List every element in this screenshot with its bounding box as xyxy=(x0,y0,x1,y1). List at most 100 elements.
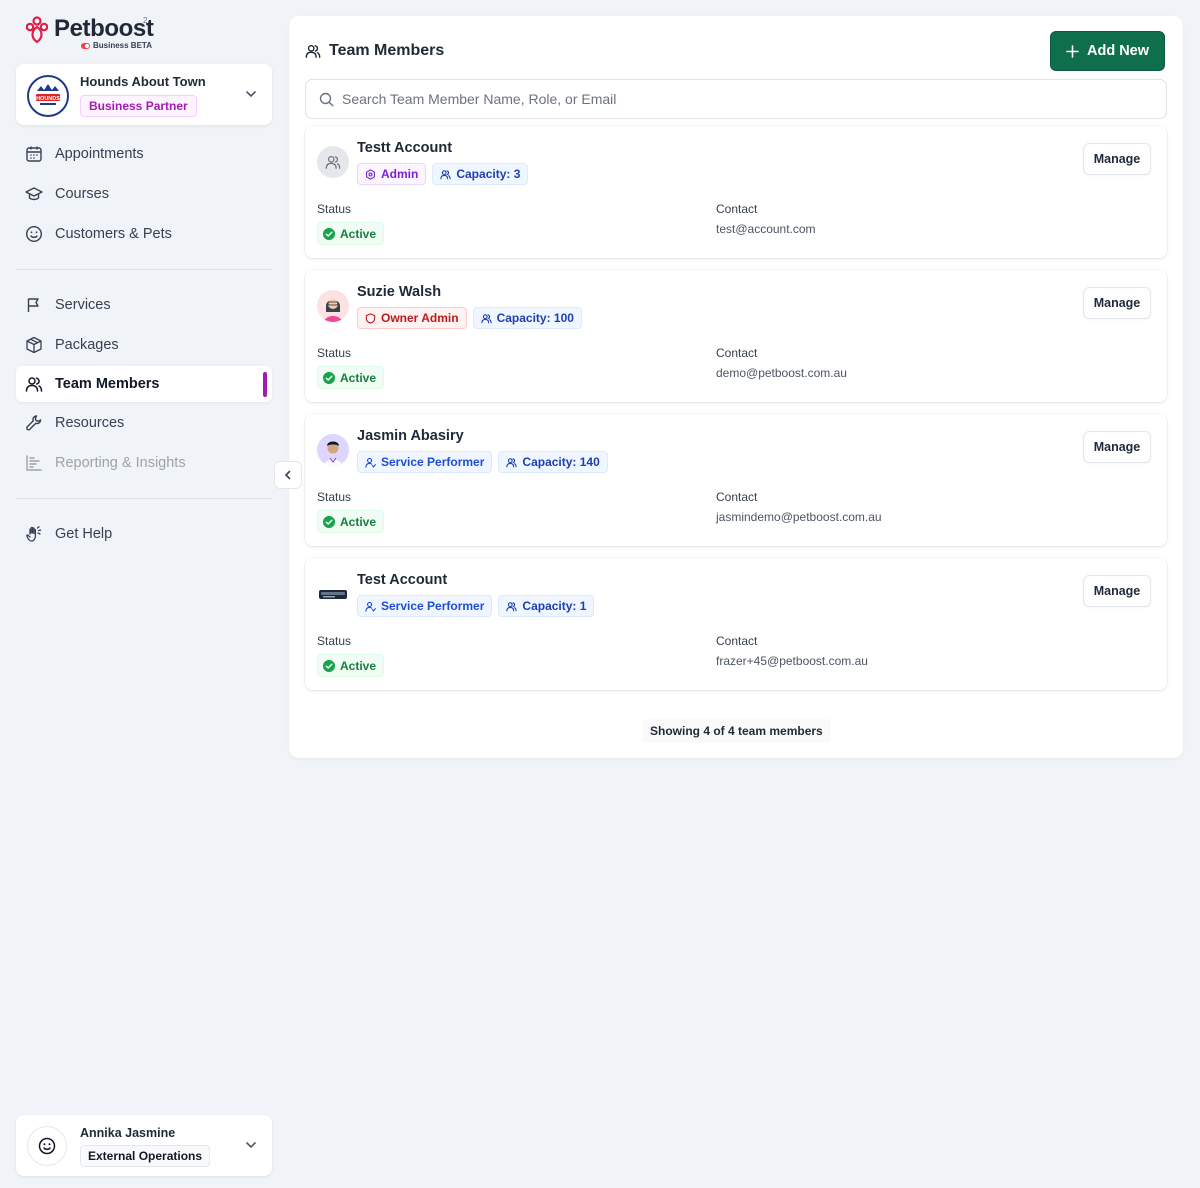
chevron-left-icon xyxy=(284,470,291,480)
status-badge: Active xyxy=(317,510,385,533)
status-text: Active xyxy=(340,226,377,241)
users-icon xyxy=(506,457,518,467)
contact-label: Contact xyxy=(716,490,758,504)
chevron-down-icon[interactable] xyxy=(244,87,258,101)
contact-label: Contact xyxy=(716,346,758,360)
team-member-card: Test Account Service Performer Capacity:… xyxy=(305,558,1167,690)
role-label: Service Performer xyxy=(381,599,485,613)
status-label: Status xyxy=(317,202,352,216)
avatar xyxy=(317,578,349,610)
user-check-icon xyxy=(365,457,376,468)
brand-sub: Business BETA xyxy=(93,41,152,50)
member-badges: Service Performer Capacity: 1 xyxy=(357,595,595,617)
users-icon xyxy=(506,601,518,611)
business-switcher[interactable]: HOUNDS Hounds About Town Business Partne… xyxy=(16,64,272,125)
sidebar-item-customers-pets[interactable]: Customers & Pets xyxy=(16,216,272,252)
check-circle-icon xyxy=(323,515,335,528)
check-circle-icon xyxy=(323,659,335,672)
add-new-label: Add New xyxy=(1086,43,1150,59)
shield-icon xyxy=(365,312,376,324)
status-label: Status xyxy=(317,346,352,360)
status-text: Active xyxy=(340,370,377,385)
sidebar-item-courses[interactable]: Courses xyxy=(16,176,272,212)
member-name: Jasmin Abasiry xyxy=(357,428,464,444)
sidebar-item-label: Packages xyxy=(55,337,119,353)
smiley-icon xyxy=(25,225,43,243)
sidebar-item-resources[interactable]: Resources xyxy=(16,405,272,441)
member-badges: Admin Capacity: 3 xyxy=(357,163,529,185)
petboost-logo[interactable]: Petboost 2 Business BETA xyxy=(26,14,156,54)
member-badges: Owner Admin Capacity: 100 xyxy=(357,307,582,329)
contact-label: Contact xyxy=(716,202,758,216)
role-label: Admin xyxy=(381,167,419,181)
manage-button[interactable]: Manage xyxy=(1083,431,1151,463)
team-members-panel: Team Members Add New Testt Account Admin… xyxy=(289,16,1183,758)
avatar xyxy=(317,434,349,466)
sidebar-item-services[interactable]: Services xyxy=(16,287,272,323)
graduation-cap-icon xyxy=(25,187,43,201)
group-icon xyxy=(325,156,341,169)
box-icon xyxy=(26,336,42,354)
role-label: Service Performer xyxy=(381,455,485,469)
member-name: Testt Account xyxy=(357,140,453,156)
user-check-icon xyxy=(365,601,376,612)
search-input[interactable] xyxy=(342,80,1142,118)
status-badge: Active xyxy=(317,654,385,677)
collapse-sidebar-button[interactable] xyxy=(274,461,302,489)
manage-button[interactable]: Manage xyxy=(1083,575,1151,607)
avatar xyxy=(317,290,349,322)
page-title-text: Team Members xyxy=(329,42,445,59)
contact-email: demo@petboost.com.au xyxy=(716,366,847,380)
user-name: Annika Jasmine xyxy=(80,1126,176,1140)
man-avatar-icon xyxy=(317,434,349,466)
sidebar: Petboost 2 Business BETA HOUNDS Hounds A… xyxy=(0,0,288,1188)
capacity-badge: Capacity: 140 xyxy=(498,451,608,473)
member-badges: Service Performer Capacity: 140 xyxy=(357,451,608,473)
cog-icon xyxy=(366,168,375,180)
avatar xyxy=(27,1126,67,1166)
contact-email: test@account.com xyxy=(716,222,816,236)
add-new-button[interactable]: Add New xyxy=(1050,31,1165,71)
capacity-label: Capacity: 3 xyxy=(456,167,521,181)
status-label: Status xyxy=(317,634,352,648)
sidebar-item-label: Courses xyxy=(55,186,109,202)
device-avatar-icon xyxy=(319,590,347,599)
woman-avatar-icon xyxy=(317,290,349,322)
manage-button[interactable]: Manage xyxy=(1083,143,1151,175)
sidebar-item-reporting-insights[interactable]: Reporting & Insights xyxy=(16,445,272,481)
team-member-card: Jasmin Abasiry Service Performer Capacit… xyxy=(305,414,1167,546)
users-icon xyxy=(440,169,451,179)
users-icon xyxy=(480,313,492,323)
user-switcher[interactable]: Annika Jasmine External Operations xyxy=(16,1115,272,1176)
status-text: Active xyxy=(340,658,377,673)
smiley-icon xyxy=(38,1137,56,1155)
wrench-icon xyxy=(26,415,42,431)
check-circle-icon xyxy=(323,227,335,240)
chevron-down-icon[interactable] xyxy=(244,1138,258,1152)
hand-icon xyxy=(26,526,42,542)
business-logo: HOUNDS xyxy=(27,75,69,117)
sidebar-item-get-help[interactable]: Get Help xyxy=(16,516,272,552)
paw-logo-icon xyxy=(26,16,48,44)
sidebar-item-label: Team Members xyxy=(55,376,160,392)
users-icon xyxy=(305,44,321,58)
sidebar-item-packages[interactable]: Packages xyxy=(16,327,272,363)
role-label: Owner Admin xyxy=(381,311,459,325)
business-name: Hounds About Town xyxy=(80,74,206,89)
status-badge: Active xyxy=(317,366,385,389)
contact-email: frazer+45@petboost.com.au xyxy=(716,654,868,668)
sidebar-item-label: Get Help xyxy=(55,526,113,542)
sidebar-divider xyxy=(16,498,272,499)
capacity-badge: Capacity: 100 xyxy=(472,307,582,329)
contact-label: Contact xyxy=(716,634,758,648)
sidebar-item-team-members[interactable]: Team Members xyxy=(16,366,272,402)
sidebar-item-appointments[interactable]: Appointments xyxy=(16,136,272,172)
results-count: Showing 4 of 4 team members xyxy=(642,719,831,743)
sidebar-item-label: Reporting & Insights xyxy=(55,455,186,471)
avatar xyxy=(317,146,349,178)
sidebar-item-label: Resources xyxy=(55,415,125,431)
users-icon xyxy=(25,377,43,392)
manage-button[interactable]: Manage xyxy=(1083,287,1151,319)
sidebar-item-label: Customers & Pets xyxy=(55,226,172,242)
search-field[interactable] xyxy=(305,79,1167,119)
